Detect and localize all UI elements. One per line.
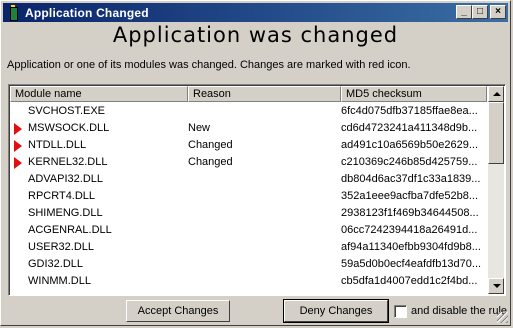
table-row[interactable]: GDI32.DLL 59a5d0b0ecf4eafdfb13d70... <box>10 256 487 273</box>
disable-rule-label[interactable]: and disable the rule <box>411 305 507 317</box>
md5-cell: 6fc4d075dfb37185ffae8ea... <box>341 105 478 117</box>
table-row[interactable]: RPCRT4.DLL 352a1eee9acfba7dfe52b8... <box>10 188 487 205</box>
module-name-cell: RPCRT4.DLL <box>28 190 96 202</box>
module-name-cell: WINMM.DLL <box>28 275 91 287</box>
application-changed-window: Application Changed _ □ × Application wa… <box>0 0 511 326</box>
disable-rule-checkbox[interactable] <box>394 305 407 318</box>
arrow-down-icon <box>493 284 501 288</box>
md5-cell: c210369c246b85d425759... <box>341 156 478 168</box>
table-row[interactable]: ACGENRAL.DLL 06cc7242394418a26491d... <box>10 222 487 239</box>
table-row[interactable]: WINMM.DLL cb5dfa1d4007edd1c2f4bd... <box>10 273 487 290</box>
minimize-button[interactable]: _ <box>456 5 472 19</box>
md5-cell: 06cc7242394418a26491d... <box>341 224 478 236</box>
scroll-thumb[interactable] <box>488 102 504 164</box>
reason-cell: Changed <box>188 156 233 168</box>
list-rows: SVCHOST.EXE 6fc4d075dfb37185ffae8ea... MSW… <box>10 103 487 294</box>
module-name-cell: ACGENRAL.DLL <box>28 224 112 236</box>
table-row[interactable]: SHIMENG.DLL 2938123f1f469b34644508... <box>10 205 487 222</box>
module-name-cell: NTDLL.DLL <box>28 139 87 151</box>
vertical-scrollbar[interactable] <box>488 86 504 294</box>
reason-cell: New <box>188 122 211 134</box>
changed-marker-icon <box>14 140 22 152</box>
modules-list[interactable]: Module name Reason MD5 checksum SVCHOST.… <box>8 84 506 296</box>
module-name-cell: KERNEL32.DLL <box>28 156 108 168</box>
md5-cell: db804d6ac37df1c33a1839... <box>341 173 481 185</box>
module-name-cell: GDI32.DLL <box>28 258 84 270</box>
module-name-cell: USER32.DLL <box>28 241 95 253</box>
page-heading: Application was changed <box>112 23 399 47</box>
md5-cell: af94a11340efbb9304fd9b8... <box>341 241 481 253</box>
window-title: Application Changed <box>25 5 149 20</box>
md5-cell: 59a5d0b0ecf4eafdfb13d70... <box>341 258 482 270</box>
module-name-cell: MSWSOCK.DLL <box>28 122 110 134</box>
md5-cell: cd6d4723241a411348d9b... <box>341 122 478 134</box>
table-row[interactable]: NTDLL.DLL Changed ad491c10a6569b50e2629... <box>10 137 487 154</box>
column-header-reason[interactable]: Reason <box>188 86 341 102</box>
close-button[interactable]: × <box>490 5 506 19</box>
resize-grip[interactable] <box>497 312 508 323</box>
column-header-md5[interactable]: MD5 checksum <box>341 86 487 102</box>
md5-cell: 352a1eee9acfba7dfe52b8... <box>341 190 479 202</box>
table-row[interactable]: SVCHOST.EXE 6fc4d075dfb37185ffae8ea... <box>10 103 487 120</box>
column-header-module-name[interactable]: Module name <box>10 86 188 102</box>
table-row[interactable]: KERNEL32.DLL Changed c210369c246b85d425759… <box>10 154 487 171</box>
scroll-up-button[interactable] <box>488 86 504 102</box>
table-row[interactable]: ADVAPI32.DLL db804d6ac37df1c33a1839... <box>10 171 487 188</box>
changed-marker-icon <box>14 157 22 169</box>
app-icon <box>6 4 20 21</box>
module-name-cell: SHIMENG.DLL <box>28 207 103 219</box>
table-row[interactable]: USER32.DLL af94a11340efbb9304fd9b8... <box>10 239 487 256</box>
scroll-down-button[interactable] <box>488 278 504 294</box>
list-header: Module name Reason MD5 checksum <box>10 86 487 102</box>
module-name-cell: ADVAPI32.DLL <box>28 173 104 185</box>
md5-cell: 2938123f1f469b34644508... <box>341 207 479 219</box>
accept-changes-button[interactable]: Accept Changes <box>126 300 230 322</box>
description-text: Application or one of its modules was ch… <box>7 59 411 71</box>
arrow-up-icon <box>493 92 501 96</box>
maximize-button[interactable]: □ <box>472 5 488 19</box>
table-row[interactable]: MSWSOCK.DLL New cd6d4723241a411348d9b... <box>10 120 487 137</box>
title-bar[interactable]: Application Changed _ □ × <box>3 3 508 22</box>
md5-cell: ad491c10a6569b50e2629... <box>341 139 479 151</box>
md5-cell: cb5dfa1d4007edd1c2f4bd... <box>341 275 478 287</box>
reason-cell: Changed <box>188 139 233 151</box>
module-name-cell: SVCHOST.EXE <box>28 105 106 117</box>
changed-marker-icon <box>14 123 22 135</box>
deny-changes-button[interactable]: Deny Changes <box>283 299 389 323</box>
